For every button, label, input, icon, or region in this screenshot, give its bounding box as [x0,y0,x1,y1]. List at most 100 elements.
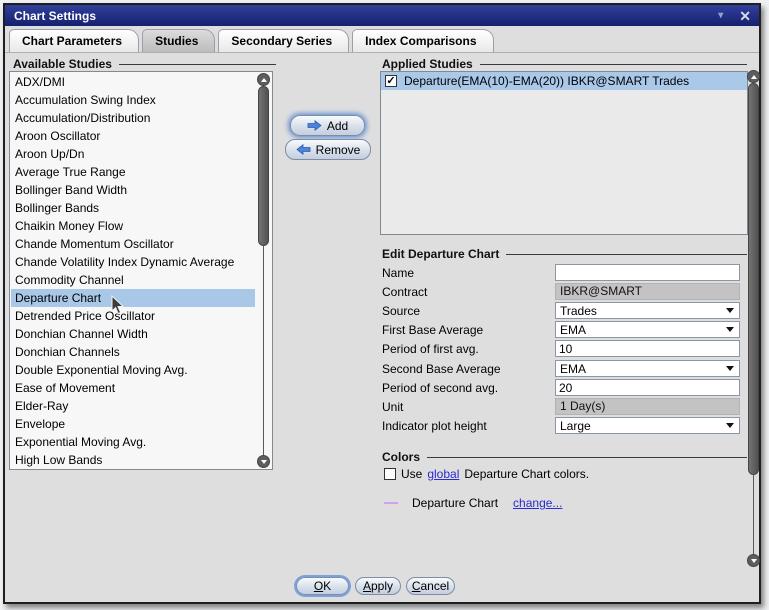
colors-section-header: Colors [382,450,747,464]
window-menu-icon[interactable]: ▾ [718,11,723,21]
name-label: Name [382,266,414,280]
scroll-up-icon[interactable] [257,73,270,86]
use-global-text-prefix: Use [401,467,422,481]
available-studies-scrollbar[interactable] [256,73,271,468]
study-list-item[interactable]: Elder-Ray [11,397,255,415]
scroll-down-icon[interactable] [257,455,270,468]
name-input[interactable] [555,264,740,281]
applied-studies-header: Applied Studies [382,57,747,71]
study-list-item[interactable]: Chaikin Money Flow [11,217,255,235]
cancel-button[interactable]: Cancel [406,577,455,595]
tab-index-comparisons[interactable]: Index Comparisons [352,29,493,52]
form-row: Unit 1 Day(s) [382,398,742,415]
form-row: Name [382,264,742,281]
ok-button[interactable]: OK [296,577,349,595]
departure-chart-color-swatch [384,502,398,504]
tab-secondary-series[interactable]: Secondary Series [218,29,349,52]
tab-bar: Chart ParametersStudiesSecondary SeriesI… [9,29,494,52]
title-bar[interactable]: Chart Settings ▾ ✕ [5,5,759,26]
header-rule [506,254,747,255]
contract-value: IBKR@SMART [555,283,740,300]
study-list-item[interactable]: Accumulation Swing Index [11,91,255,109]
study-list-item[interactable]: Departure Chart [11,289,255,307]
study-list-item[interactable]: Exponential Moving Avg. [11,433,255,451]
arrow-right-icon [307,120,322,131]
study-list-item[interactable]: Bollinger Band Width [11,181,255,199]
selected-value: Large [560,419,726,433]
available-studies-header: Available Studies [13,57,276,71]
first-base-average-label: First Base Average [382,323,483,337]
tab-studies[interactable]: Studies [142,29,215,52]
form-row: Source Trades [382,302,742,319]
add-button[interactable]: Add [290,115,365,136]
scroll-up-icon[interactable] [747,70,760,83]
header-rule [119,64,276,65]
study-list-item[interactable]: Average True Range [11,163,255,181]
global-link[interactable]: global [427,467,459,481]
second-base-average-label: Second Base Average [382,362,501,376]
form-row: Indicator plot height Large [382,417,742,434]
study-list-item[interactable]: ADX/DMI [11,73,255,91]
period-of-first-avg-input[interactable] [555,340,740,357]
indicator-plot-height-select[interactable]: Large [555,417,740,434]
source-select[interactable]: Trades [555,302,740,319]
use-global-text-suffix: Departure Chart colors. [464,467,589,481]
departure-chart-color-label: Departure Chart [412,496,498,510]
study-list-item[interactable]: Ease of Movement [11,379,255,397]
close-icon[interactable]: ✕ [739,9,751,23]
chart-settings-dialog: Chart Settings ▾ ✕ Chart ParametersStudi… [3,3,761,604]
period-of-second-avg-input[interactable] [555,379,740,396]
form-row: Period of first avg. [382,340,742,357]
period-of-first-avg-label: Period of first avg. [382,342,479,356]
available-studies-list: ADX/DMIAccumulation Swing IndexAccumulat… [9,71,273,470]
study-list-item[interactable]: High Low Bands [11,451,255,468]
selected-value: Trades [560,304,726,318]
selected-value: EMA [560,362,726,376]
form-row: Second Base Average EMA [382,360,742,377]
applied-studies-list: ✓ Departure(EMA(10)-EMA(20)) IBKR@SMART T… [380,71,748,235]
scrollbar-thumb[interactable] [748,83,759,475]
applied-study-label: Departure(EMA(10)-EMA(20)) IBKR@SMART Tr… [404,74,689,88]
remove-button[interactable]: Remove [285,139,371,160]
second-base-average-select[interactable]: EMA [555,360,740,377]
dialog-content: Chart ParametersStudiesSecondary SeriesI… [5,26,759,602]
applied-study-checkbox[interactable]: ✓ [385,75,397,87]
mouse-cursor-icon [111,295,125,316]
dropdown-arrow-icon [726,308,734,313]
tab-baseline [5,52,759,53]
departure-chart-color-row: Departure Chart change... [384,496,562,510]
scrollbar-thumb[interactable] [258,86,269,246]
study-list-item[interactable]: Aroon Oscillator [11,127,255,145]
study-list-item[interactable]: Bollinger Bands [11,199,255,217]
study-list-item[interactable]: Accumulation/Distribution [11,109,255,127]
first-base-average-select[interactable]: EMA [555,321,740,338]
apply-button[interactable]: Apply [355,577,401,595]
indicator-plot-height-label: Indicator plot height [382,419,487,433]
arrow-left-icon [296,144,311,155]
source-label: Source [382,304,420,318]
study-list-item[interactable]: Chande Momentum Oscillator [11,235,255,253]
header-rule [480,64,747,65]
applied-studies-items: ✓ Departure(EMA(10)-EMA(20)) IBKR@SMART T… [381,72,747,90]
form-row: First Base Average EMA [382,321,742,338]
study-list-item[interactable]: Commodity Channel [11,271,255,289]
applied-study-row[interactable]: ✓ Departure(EMA(10)-EMA(20)) IBKR@SMART T… [381,72,747,90]
study-list-item[interactable]: Aroon Up/Dn [11,145,255,163]
tab-chart-parameters[interactable]: Chart Parameters [9,29,139,52]
use-global-colors-row: Use global Departure Chart colors. [384,467,589,481]
unit-value: 1 Day(s) [555,398,740,415]
form-row: Period of second avg. [382,379,742,396]
available-studies-title: Available Studies [13,57,112,71]
scroll-down-icon[interactable] [747,554,760,567]
change-color-link[interactable]: change... [513,496,562,510]
study-list-item[interactable]: Envelope [11,415,255,433]
dialog-scrollbar[interactable] [746,70,761,567]
unit-label: Unit [382,400,403,414]
use-global-colors-checkbox[interactable] [384,468,396,480]
study-list-item[interactable]: Donchian Channels [11,343,255,361]
study-list-item[interactable]: Chande Volatility Index Dynamic Average [11,253,255,271]
study-list-item[interactable]: Double Exponential Moving Avg. [11,361,255,379]
colors-section-title: Colors [382,450,420,464]
study-list-item[interactable]: Donchian Channel Width [11,325,255,343]
study-list-item[interactable]: Detrended Price Oscillator [11,307,255,325]
